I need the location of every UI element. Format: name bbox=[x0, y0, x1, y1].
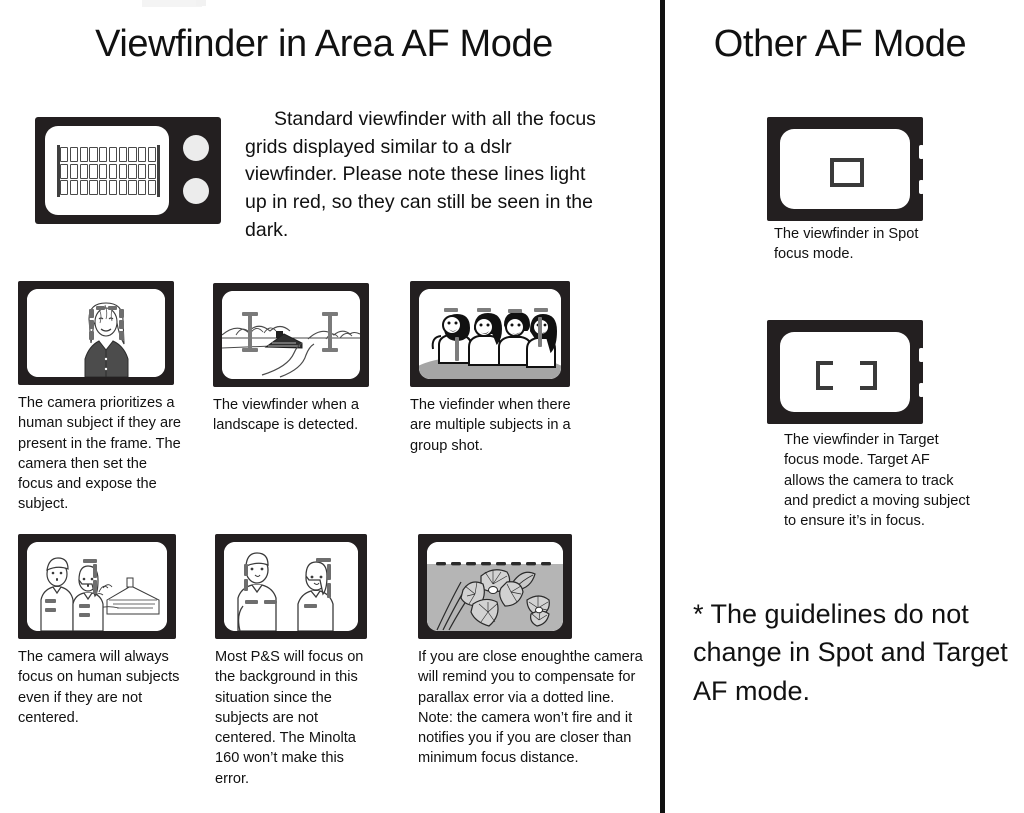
camera-lcd-graphic bbox=[35, 117, 221, 224]
focus-cell bbox=[138, 147, 147, 162]
example-caption: The viewfinder when a landscape is detec… bbox=[213, 397, 360, 434]
example-landscape: The viewfinder when a landscape is detec… bbox=[213, 283, 369, 436]
focus-cell bbox=[118, 163, 127, 179]
focus-bracket-left bbox=[816, 361, 833, 390]
viewfinder-frame bbox=[215, 534, 367, 639]
viewfinder-frame bbox=[18, 281, 174, 385]
viewfinder-target-mode bbox=[767, 320, 924, 424]
focus-cell bbox=[138, 180, 147, 195]
focus-cell bbox=[99, 163, 108, 179]
focus-cell bbox=[147, 147, 156, 162]
scene-macro-flowers bbox=[427, 542, 563, 631]
focus-cell bbox=[69, 180, 78, 195]
left-column-area-af: Viewfinder in Area AF Mode Standard view… bbox=[0, 0, 660, 813]
right-column-other-af: Other AF Mode The viewfinder in Spot foc… bbox=[665, 0, 1024, 813]
scene-landscape bbox=[222, 291, 360, 379]
viewfinder-screen bbox=[27, 542, 167, 631]
viewfinder-frame bbox=[410, 281, 570, 387]
focus-cell bbox=[69, 147, 78, 162]
focus-cell bbox=[147, 163, 156, 179]
focus-cell bbox=[60, 163, 69, 179]
camera-button-bottom[interactable] bbox=[183, 178, 209, 204]
focus-cell bbox=[89, 147, 98, 162]
focus-cell bbox=[128, 180, 137, 195]
viewfinder-spot-mode bbox=[767, 117, 924, 221]
focus-cell bbox=[108, 147, 117, 162]
infographic-page: Viewfinder in Area AF Mode Standard view… bbox=[0, 0, 1024, 813]
viewfinder-screen bbox=[427, 542, 563, 631]
focus-cell bbox=[128, 163, 137, 179]
focus-cell bbox=[147, 180, 156, 195]
example-caption: The camera will always focus on human su… bbox=[18, 649, 180, 726]
example-macro-flowers: If you are close enoughthe camera will r… bbox=[418, 534, 643, 769]
camera-screen bbox=[45, 126, 169, 215]
viewfinder-screen bbox=[419, 289, 561, 379]
focus-cell bbox=[60, 147, 69, 162]
intro-paragraph: Standard viewfinder with all the focus g… bbox=[245, 108, 596, 241]
left-column-title: Viewfinder in Area AF Mode bbox=[95, 23, 553, 65]
focus-grid bbox=[60, 147, 156, 195]
focus-cell bbox=[118, 180, 127, 195]
camera-button-top[interactable] bbox=[183, 135, 209, 161]
example-two-subjects: Most P&S will focus on the background in… bbox=[215, 534, 367, 789]
example-caption: Most P&S will focus on the background in… bbox=[215, 649, 364, 787]
right-column-title: Other AF Mode bbox=[713, 23, 967, 65]
viewfinder-screen bbox=[27, 289, 165, 377]
focus-cell bbox=[138, 163, 147, 179]
focus-cell bbox=[79, 147, 88, 162]
viewfinder-notch-top bbox=[919, 145, 924, 159]
scene-group bbox=[419, 289, 561, 379]
guidelines-footnote: * The guidelines do not change in Spot a… bbox=[693, 599, 1008, 706]
focus-bracket-right bbox=[847, 158, 864, 187]
example-caption: The camera prioritizes a human subject i… bbox=[18, 395, 182, 513]
target-mode-caption: The viewfinder in Target focus mode. Tar… bbox=[784, 432, 970, 530]
focus-cell bbox=[108, 163, 117, 179]
example-group: The viefinder when there are multiple su… bbox=[410, 281, 571, 456]
focus-cell bbox=[89, 163, 98, 179]
scene-offcenter-couple bbox=[27, 542, 167, 631]
viewfinder-frame bbox=[213, 283, 369, 387]
focus-bracket-right bbox=[860, 361, 877, 390]
focus-cell bbox=[128, 147, 137, 162]
focus-bracket-left bbox=[830, 158, 847, 187]
example-caption: If you are close enoughthe camera will r… bbox=[418, 649, 643, 767]
focus-grid-right-bracket bbox=[157, 145, 160, 197]
focus-cell bbox=[99, 180, 108, 195]
focus-cell bbox=[69, 163, 78, 179]
viewfinder-screen bbox=[780, 332, 910, 412]
viewfinder-notch-bottom bbox=[919, 383, 924, 397]
focus-cell bbox=[89, 180, 98, 195]
viewfinder-frame bbox=[418, 534, 572, 639]
scene-portrait bbox=[27, 289, 165, 377]
viewfinder-notch-top bbox=[919, 348, 924, 362]
focus-cell bbox=[79, 180, 88, 195]
example-offcenter-couple: The camera will always focus on human su… bbox=[18, 534, 179, 728]
focus-cell bbox=[108, 180, 117, 195]
focus-cell bbox=[79, 163, 88, 179]
viewfinder-screen bbox=[222, 291, 360, 379]
focus-cell bbox=[118, 147, 127, 162]
example-portrait: The camera prioritizes a human subject i… bbox=[18, 281, 181, 515]
example-caption: The viefinder when there are multiple su… bbox=[410, 397, 571, 454]
viewfinder-screen bbox=[224, 542, 358, 631]
scene-two-subjects bbox=[224, 542, 358, 631]
focus-cell bbox=[60, 180, 69, 195]
spot-mode-caption: The viewfinder in Spot focus mode. bbox=[774, 226, 919, 263]
viewfinder-notch-bottom bbox=[919, 180, 924, 194]
focus-cell bbox=[99, 147, 108, 162]
viewfinder-frame bbox=[18, 534, 176, 639]
